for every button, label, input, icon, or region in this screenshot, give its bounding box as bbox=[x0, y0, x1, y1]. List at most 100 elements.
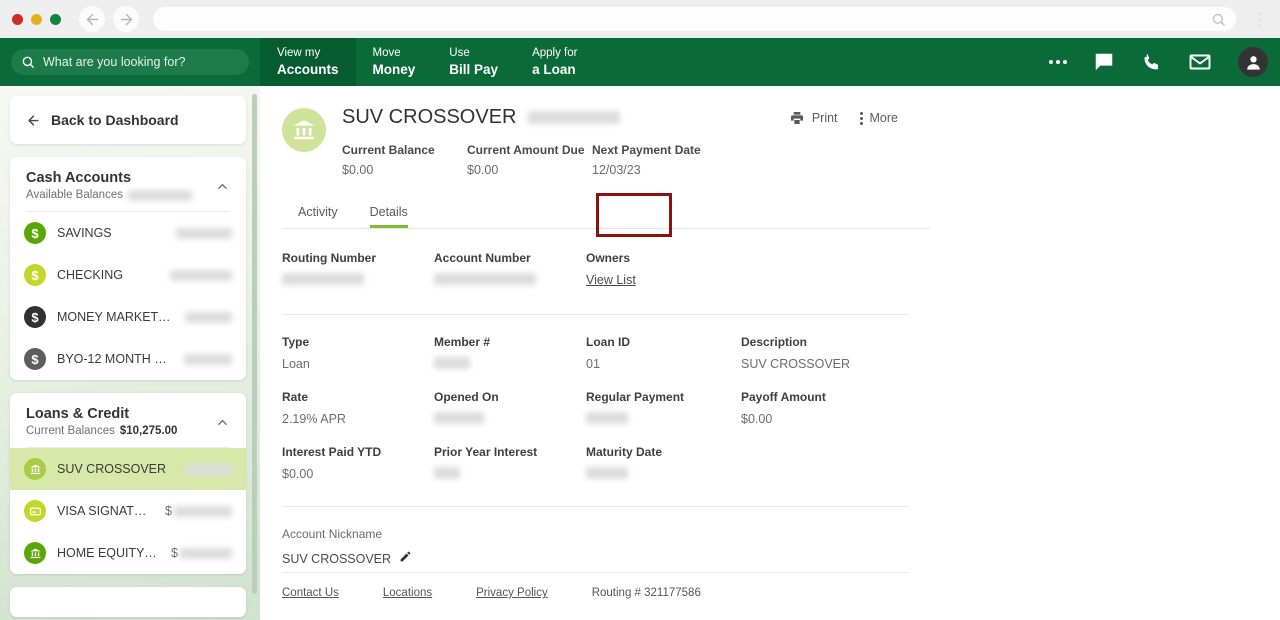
back-to-dashboard-card[interactable]: Back to Dashboard bbox=[10, 96, 246, 144]
redacted-value bbox=[434, 467, 460, 479]
phone-icon[interactable] bbox=[1141, 52, 1162, 73]
search-input[interactable]: What are you looking for? bbox=[11, 49, 249, 75]
detail-label: Opened On bbox=[434, 390, 499, 404]
footer-link-contact-us[interactable]: Contact Us bbox=[282, 587, 339, 599]
arrow-right-icon bbox=[120, 13, 132, 25]
detail-label: Description bbox=[741, 335, 808, 349]
chevron-up-icon[interactable] bbox=[215, 415, 230, 435]
footer-link-locations[interactable]: Locations bbox=[383, 587, 432, 599]
mail-icon[interactable] bbox=[1188, 50, 1212, 74]
main-content: SUV CROSSOVER Current Balance $0.00 Curr… bbox=[260, 86, 1280, 620]
nav-tab-use-bill-pay[interactable]: Use Bill Pay bbox=[432, 38, 515, 86]
active-tab-underline bbox=[369, 225, 408, 228]
detail-type: Type Loan bbox=[282, 335, 434, 372]
sidebar-item-visa-signature[interactable]: VISA SIGNATURE $ bbox=[10, 490, 246, 532]
summary-value: $0.00 bbox=[342, 163, 374, 177]
summary-label: Current Balance bbox=[342, 143, 435, 157]
nav-tab-line1: View my bbox=[277, 47, 321, 59]
more-label: More bbox=[869, 111, 898, 125]
sidebar-item-savings[interactable]: $ SAVINGS bbox=[10, 212, 246, 254]
account-tabs-wrapper: Activity Details bbox=[260, 193, 1280, 237]
account-summary: Current Balance $0.00 Current Amount Due… bbox=[342, 143, 717, 177]
window-minimize-button[interactable] bbox=[31, 13, 42, 25]
sidebar-scrollbar[interactable] bbox=[252, 94, 257, 594]
cash-accounts-header[interactable]: Cash Accounts Available Balances bbox=[10, 157, 246, 211]
sidebar-item-home-equity-line[interactable]: HOME EQUITY LINE O... $ bbox=[10, 532, 246, 574]
detail-payoff-amount: Payoff Amount $0.00 bbox=[741, 390, 893, 427]
detail-value: $0.00 bbox=[741, 412, 773, 426]
search-placeholder: What are you looking for? bbox=[43, 55, 186, 69]
window-close-button[interactable] bbox=[12, 13, 23, 25]
detail-rate: Rate 2.19% APR bbox=[282, 390, 434, 427]
sidebar-item-suv-crossover[interactable]: SUV CROSSOVER bbox=[10, 448, 246, 490]
tab-activity[interactable]: Activity bbox=[282, 199, 354, 228]
footer-link-privacy-policy[interactable]: Privacy Policy bbox=[476, 587, 548, 599]
detail-value: $0.00 bbox=[282, 467, 314, 481]
detail-description: Description SUV CROSSOVER bbox=[741, 335, 893, 372]
detail-value bbox=[586, 467, 741, 482]
edit-nickname-button[interactable] bbox=[399, 550, 412, 568]
chevron-up-icon[interactable] bbox=[215, 179, 230, 199]
header-actions bbox=[1049, 38, 1280, 86]
loans-credit-header[interactable]: Loans & Credit Current Balances $10,275.… bbox=[10, 393, 246, 447]
nav-tab-line2: a Loan bbox=[532, 61, 576, 77]
detail-account-number: Account Number bbox=[434, 251, 586, 288]
browser-chrome bbox=[0, 0, 1280, 38]
nav-tab-apply-for-a-loan[interactable]: Apply for a Loan bbox=[515, 38, 594, 86]
dollar-circle-icon: $ bbox=[24, 264, 46, 286]
bank-circle-icon bbox=[24, 542, 46, 564]
footer-routing-number: Routing # 321177586 bbox=[591, 587, 701, 599]
nav-tab-view-my-accounts[interactable]: View my Accounts bbox=[260, 38, 356, 86]
nav-tab-move-money[interactable]: Move Money bbox=[356, 38, 433, 86]
sidebar-group-loans-and-credit: Loans & Credit Current Balances $10,275.… bbox=[10, 393, 246, 574]
more-options-icon[interactable] bbox=[1049, 60, 1067, 64]
detail-label: Prior Year Interest bbox=[434, 445, 538, 459]
summary-value: 12/03/23 bbox=[592, 163, 641, 177]
cash-accounts-balance-redacted bbox=[127, 189, 192, 201]
detail-label: Routing Number bbox=[282, 251, 376, 265]
browser-menu-button[interactable] bbox=[1250, 11, 1268, 27]
sidebar-item-balance-redacted bbox=[183, 353, 232, 365]
browser-back-button[interactable] bbox=[79, 6, 105, 32]
tab-label: Details bbox=[369, 205, 408, 219]
app-header: What are you looking for? View my Accoun… bbox=[0, 38, 1280, 86]
summary-next-payment-date: Next Payment Date 12/03/23 bbox=[592, 143, 717, 177]
cash-accounts-title: Cash Accounts bbox=[26, 170, 132, 186]
browser-url-bar[interactable] bbox=[153, 7, 1236, 31]
browser-forward-button[interactable] bbox=[113, 6, 139, 32]
user-avatar-icon[interactable] bbox=[1238, 47, 1268, 77]
chat-icon[interactable] bbox=[1093, 51, 1115, 73]
back-to-dashboard-label: Back to Dashboard bbox=[51, 112, 179, 128]
cash-accounts-subtitle-label: Available Balances bbox=[26, 189, 123, 201]
search-icon bbox=[1212, 13, 1225, 26]
view-list-link[interactable]: View List bbox=[586, 273, 636, 287]
loans-credit-subtitle-label: Current Balances bbox=[26, 425, 115, 437]
detail-value bbox=[434, 412, 586, 427]
search-icon bbox=[22, 56, 34, 68]
detail-loan-id: Loan ID 01 bbox=[586, 335, 741, 372]
sidebar-item-money-market[interactable]: $ MONEY MARKET GRO... bbox=[10, 296, 246, 338]
kebab-menu-icon bbox=[859, 111, 863, 125]
page-footer: Contact Us Locations Privacy Policy Rout… bbox=[282, 572, 908, 599]
redacted-value bbox=[586, 412, 628, 424]
back-to-dashboard-button[interactable]: Back to Dashboard bbox=[10, 96, 246, 144]
page-title: SUV CROSSOVER bbox=[342, 106, 517, 128]
sidebar-item-balance-prefix: $ bbox=[165, 504, 172, 518]
account-header-actions: Print More bbox=[789, 106, 898, 126]
detail-regular-payment: Regular Payment bbox=[586, 390, 741, 427]
sidebar-item-checking[interactable]: $ CHECKING bbox=[10, 254, 246, 296]
detail-routing-number: Routing Number bbox=[282, 251, 434, 288]
sidebar-item-label: CHECKING bbox=[57, 268, 123, 282]
detail-label: Rate bbox=[282, 390, 309, 404]
account-tabs: Activity Details bbox=[282, 199, 930, 229]
print-button[interactable]: Print bbox=[789, 110, 838, 126]
detail-label: Payoff Amount bbox=[741, 390, 826, 404]
tab-details[interactable]: Details bbox=[354, 199, 424, 228]
detail-value bbox=[434, 273, 586, 288]
window-maximize-button[interactable] bbox=[50, 13, 61, 25]
more-button[interactable]: More bbox=[859, 111, 898, 125]
sidebar-item-byo-12-month-share[interactable]: $ BYO-12 MONTH SHA... bbox=[10, 338, 246, 380]
detail-value: 2.19% APR bbox=[282, 412, 346, 426]
detail-label: Account Number bbox=[434, 251, 531, 265]
detail-label: Maturity Date bbox=[586, 445, 663, 459]
